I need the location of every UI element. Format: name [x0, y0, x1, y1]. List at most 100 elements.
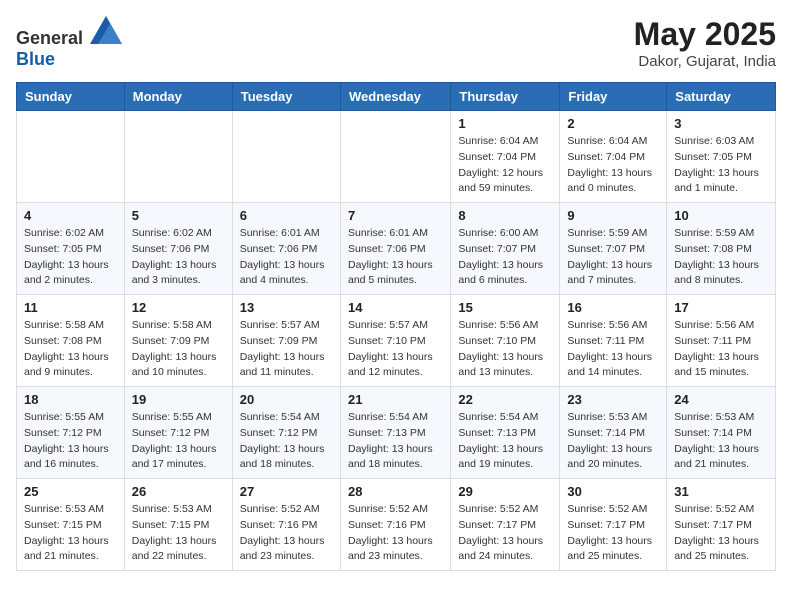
day-info: Sunrise: 5:59 AM Sunset: 7:07 PM Dayligh…: [567, 226, 659, 289]
calendar-week-row: 18 Sunrise: 5:55 AM Sunset: 7:12 PM Dayli…: [17, 387, 776, 479]
calendar-cell: 12 Sunrise: 5:58 AM Sunset: 7:09 PM Dayli…: [124, 295, 232, 387]
calendar-cell: [17, 111, 125, 203]
logo: General Blue: [16, 16, 122, 70]
day-number: 4: [24, 208, 117, 223]
calendar-cell: [340, 111, 450, 203]
weekday-header-tuesday: Tuesday: [232, 83, 340, 111]
day-info: Sunrise: 5:52 AM Sunset: 7:16 PM Dayligh…: [240, 502, 333, 565]
day-info: Sunrise: 5:55 AM Sunset: 7:12 PM Dayligh…: [24, 410, 117, 473]
calendar-table: SundayMondayTuesdayWednesdayThursdayFrid…: [16, 82, 776, 571]
calendar-cell: 6Sunrise: 6:01 AM Sunset: 7:06 PM Daylig…: [232, 203, 340, 295]
day-info: Sunrise: 5:52 AM Sunset: 7:17 PM Dayligh…: [674, 502, 768, 565]
day-number: 22: [458, 392, 552, 407]
day-info: Sunrise: 5:53 AM Sunset: 7:15 PM Dayligh…: [132, 502, 225, 565]
calendar-cell: 9 Sunrise: 5:59 AM Sunset: 7:07 PM Daylig…: [560, 203, 667, 295]
weekday-header-monday: Monday: [124, 83, 232, 111]
day-info: Sunrise: 5:56 AM Sunset: 7:11 PM Dayligh…: [674, 318, 768, 381]
day-info: Sunrise: 6:04 AM Sunset: 7:04 PM Dayligh…: [567, 134, 659, 197]
day-number: 2: [567, 116, 659, 131]
day-number: 25: [24, 484, 117, 499]
calendar-cell: 26Sunrise: 5:53 AM Sunset: 7:15 PM Dayli…: [124, 479, 232, 571]
day-info: Sunrise: 5:54 AM Sunset: 7:13 PM Dayligh…: [458, 410, 552, 473]
day-info: Sunrise: 5:53 AM Sunset: 7:14 PM Dayligh…: [567, 410, 659, 473]
day-info: Sunrise: 6:02 AM Sunset: 7:05 PM Dayligh…: [24, 226, 117, 289]
weekday-header-wednesday: Wednesday: [340, 83, 450, 111]
calendar-week-row: 11Sunrise: 5:58 AM Sunset: 7:08 PM Dayli…: [17, 295, 776, 387]
day-number: 19: [132, 392, 225, 407]
day-number: 29: [458, 484, 552, 499]
header: General Blue May 2025 Dakor, Gujarat, In…: [16, 16, 776, 70]
weekday-header-friday: Friday: [560, 83, 667, 111]
calendar-cell: 11Sunrise: 5:58 AM Sunset: 7:08 PM Dayli…: [17, 295, 125, 387]
calendar-cell: 17 Sunrise: 5:56 AM Sunset: 7:11 PM Dayli…: [667, 295, 776, 387]
calendar-cell: 31 Sunrise: 5:52 AM Sunset: 7:17 PM Dayli…: [667, 479, 776, 571]
day-number: 14: [348, 300, 443, 315]
day-number: 30: [567, 484, 659, 499]
calendar-cell: 18 Sunrise: 5:55 AM Sunset: 7:12 PM Dayli…: [17, 387, 125, 479]
day-info: Sunrise: 5:54 AM Sunset: 7:12 PM Dayligh…: [240, 410, 333, 473]
calendar-cell: [232, 111, 340, 203]
calendar-cell: 4 Sunrise: 6:02 AM Sunset: 7:05 PM Daylig…: [17, 203, 125, 295]
day-number: 21: [348, 392, 443, 407]
logo-icon: [90, 16, 122, 44]
day-info: Sunrise: 5:52 AM Sunset: 7:16 PM Dayligh…: [348, 502, 443, 565]
day-info: Sunrise: 5:52 AM Sunset: 7:17 PM Dayligh…: [458, 502, 552, 565]
day-number: 9: [567, 208, 659, 223]
day-info: Sunrise: 5:58 AM Sunset: 7:09 PM Dayligh…: [132, 318, 225, 381]
location-title: Dakor, Gujarat, India: [634, 53, 776, 70]
logo-general: General: [16, 28, 83, 48]
calendar-cell: 2 Sunrise: 6:04 AM Sunset: 7:04 PM Daylig…: [560, 111, 667, 203]
day-info: Sunrise: 5:57 AM Sunset: 7:09 PM Dayligh…: [240, 318, 333, 381]
calendar-cell: 27 Sunrise: 5:52 AM Sunset: 7:16 PM Dayli…: [232, 479, 340, 571]
calendar-cell: 1 Sunrise: 6:04 AM Sunset: 7:04 PM Daylig…: [451, 111, 560, 203]
day-number: 15: [458, 300, 552, 315]
day-info: Sunrise: 5:53 AM Sunset: 7:14 PM Dayligh…: [674, 410, 768, 473]
day-number: 16: [567, 300, 659, 315]
day-number: 24: [674, 392, 768, 407]
day-number: 6: [240, 208, 333, 223]
day-info: Sunrise: 5:57 AM Sunset: 7:10 PM Dayligh…: [348, 318, 443, 381]
calendar-cell: 23 Sunrise: 5:53 AM Sunset: 7:14 PM Dayli…: [560, 387, 667, 479]
calendar-cell: 16 Sunrise: 5:56 AM Sunset: 7:11 PM Dayli…: [560, 295, 667, 387]
day-number: 8: [458, 208, 552, 223]
day-number: 18: [24, 392, 117, 407]
calendar-cell: 20 Sunrise: 5:54 AM Sunset: 7:12 PM Dayli…: [232, 387, 340, 479]
day-number: 12: [132, 300, 225, 315]
calendar-cell: 8 Sunrise: 6:00 AM Sunset: 7:07 PM Daylig…: [451, 203, 560, 295]
day-info: Sunrise: 6:00 AM Sunset: 7:07 PM Dayligh…: [458, 226, 552, 289]
day-info: Sunrise: 5:54 AM Sunset: 7:13 PM Dayligh…: [348, 410, 443, 473]
day-info: Sunrise: 6:04 AM Sunset: 7:04 PM Dayligh…: [458, 134, 552, 197]
day-number: 28: [348, 484, 443, 499]
day-number: 10: [674, 208, 768, 223]
day-number: 23: [567, 392, 659, 407]
calendar-week-row: 25 Sunrise: 5:53 AM Sunset: 7:15 PM Dayli…: [17, 479, 776, 571]
calendar-cell: 30 Sunrise: 5:52 AM Sunset: 7:17 PM Dayli…: [560, 479, 667, 571]
day-number: 27: [240, 484, 333, 499]
day-number: 20: [240, 392, 333, 407]
calendar-cell: 7Sunrise: 6:01 AM Sunset: 7:06 PM Daylig…: [340, 203, 450, 295]
day-info: Sunrise: 5:58 AM Sunset: 7:08 PM Dayligh…: [24, 318, 117, 381]
day-number: 17: [674, 300, 768, 315]
title-section: May 2025 Dakor, Gujarat, India: [634, 16, 776, 70]
calendar-cell: 22 Sunrise: 5:54 AM Sunset: 7:13 PM Dayli…: [451, 387, 560, 479]
calendar-cell: 3Sunrise: 6:03 AM Sunset: 7:05 PM Daylig…: [667, 111, 776, 203]
day-info: Sunrise: 5:56 AM Sunset: 7:11 PM Dayligh…: [567, 318, 659, 381]
calendar-cell: 28 Sunrise: 5:52 AM Sunset: 7:16 PM Dayli…: [340, 479, 450, 571]
weekday-header-sunday: Sunday: [17, 83, 125, 111]
calendar-cell: 29 Sunrise: 5:52 AM Sunset: 7:17 PM Dayli…: [451, 479, 560, 571]
month-year-title: May 2025: [634, 16, 776, 53]
day-number: 31: [674, 484, 768, 499]
day-info: Sunrise: 5:59 AM Sunset: 7:08 PM Dayligh…: [674, 226, 768, 289]
day-number: 13: [240, 300, 333, 315]
logo-blue: Blue: [16, 49, 55, 69]
day-info: Sunrise: 5:53 AM Sunset: 7:15 PM Dayligh…: [24, 502, 117, 565]
day-info: Sunrise: 6:03 AM Sunset: 7:05 PM Dayligh…: [674, 134, 768, 197]
calendar-cell: 25 Sunrise: 5:53 AM Sunset: 7:15 PM Dayli…: [17, 479, 125, 571]
day-info: Sunrise: 5:52 AM Sunset: 7:17 PM Dayligh…: [567, 502, 659, 565]
day-number: 1: [458, 116, 552, 131]
calendar-cell: 10 Sunrise: 5:59 AM Sunset: 7:08 PM Dayli…: [667, 203, 776, 295]
calendar-cell: 24 Sunrise: 5:53 AM Sunset: 7:14 PM Dayli…: [667, 387, 776, 479]
day-info: Sunrise: 5:55 AM Sunset: 7:12 PM Dayligh…: [132, 410, 225, 473]
day-number: 7: [348, 208, 443, 223]
calendar-week-row: 4 Sunrise: 6:02 AM Sunset: 7:05 PM Daylig…: [17, 203, 776, 295]
